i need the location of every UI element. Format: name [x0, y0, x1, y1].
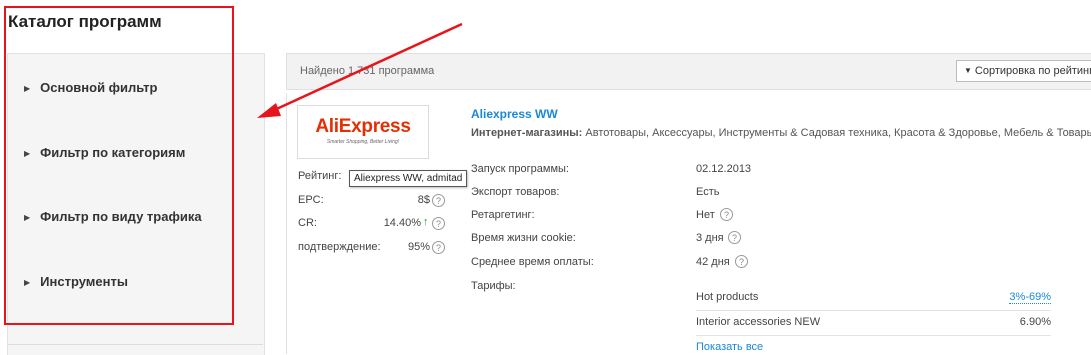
arrow-shaft	[269, 22, 463, 114]
annotation-arrow	[257, 22, 463, 118]
arrow-head	[257, 103, 281, 118]
